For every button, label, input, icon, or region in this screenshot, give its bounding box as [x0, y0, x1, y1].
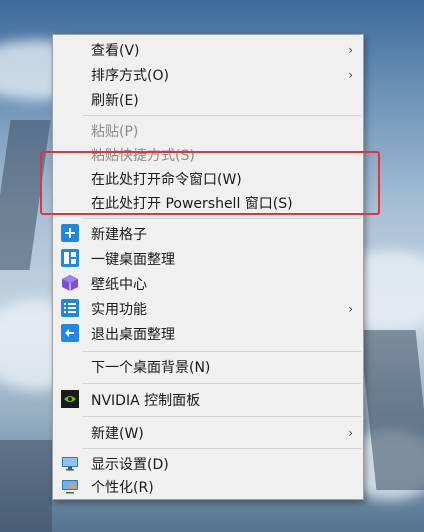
menu-item-paste: 粘贴(P) — [53, 118, 363, 143]
desktop-context-menu: 查看(V) › 排序方式(O) › 刷新(E) 粘贴(P) 粘贴快捷方式(S) … — [52, 34, 364, 500]
menu-item-open-powershell-label: 在此处打开 Powershell 窗口(S) — [91, 195, 293, 212]
menu-item-paste-shortcut: 粘贴快捷方式(S) — [53, 142, 363, 167]
menu-item-wallpaper-center-label: 壁纸中心 — [91, 276, 147, 293]
menu-item-paste-shortcut-label: 粘贴快捷方式(S) — [91, 147, 195, 164]
menu-item-one-click-organize-label: 一键桌面整理 — [91, 251, 175, 268]
menu-separator — [83, 115, 361, 116]
chevron-right-icon: › — [348, 67, 353, 82]
list-icon — [61, 299, 79, 317]
nvidia-icon — [61, 390, 79, 408]
display-icon — [61, 454, 79, 472]
menu-item-nvidia-panel[interactable]: NVIDIA 控制面板 — [53, 387, 363, 412]
menu-item-next-background[interactable]: 下一个桌面背景(N) — [53, 354, 363, 379]
menu-item-new-grid-label: 新建格子 — [91, 226, 147, 243]
menu-item-one-click-organize[interactable]: 一键桌面整理 — [53, 246, 363, 271]
menu-item-view[interactable]: 查看(V) › — [53, 37, 363, 62]
menu-item-paste-label: 粘贴(P) — [91, 123, 139, 140]
menu-item-sort-label: 排序方式(O) — [91, 67, 169, 84]
menu-item-open-powershell[interactable]: 在此处打开 Powershell 窗口(S) — [53, 190, 363, 215]
menu-separator — [83, 383, 361, 384]
menu-item-personalize[interactable]: 个性化(R) — [53, 474, 363, 499]
cube-icon — [61, 274, 79, 292]
menu-item-refresh-label: 刷新(E) — [91, 92, 139, 109]
menu-item-exit-organize-label: 退出桌面整理 — [91, 326, 175, 343]
menu-item-sort[interactable]: 排序方式(O) › — [53, 62, 363, 87]
exit-icon — [61, 324, 79, 342]
menu-item-view-label: 查看(V) — [91, 42, 140, 59]
plus-icon — [61, 224, 79, 242]
menu-item-new[interactable]: 新建(W) › — [53, 420, 363, 445]
menu-item-utilities-label: 实用功能 — [91, 301, 147, 318]
chevron-right-icon: › — [348, 42, 353, 57]
layout-icon — [61, 249, 79, 267]
menu-separator — [83, 351, 361, 352]
menu-item-nvidia-panel-label: NVIDIA 控制面板 — [91, 392, 201, 409]
menu-item-open-cmd[interactable]: 在此处打开命令窗口(W) — [53, 166, 363, 191]
chevron-right-icon: › — [348, 425, 353, 440]
menu-item-utilities[interactable]: 实用功能 › — [53, 296, 363, 321]
menu-item-new-label: 新建(W) — [91, 425, 144, 442]
menu-separator — [83, 218, 361, 219]
menu-item-refresh[interactable]: 刷新(E) — [53, 87, 363, 112]
menu-separator — [83, 416, 361, 417]
menu-item-open-cmd-label: 在此处打开命令窗口(W) — [91, 171, 242, 188]
menu-item-next-background-label: 下一个桌面背景(N) — [91, 359, 211, 376]
menu-item-exit-organize[interactable]: 退出桌面整理 — [53, 321, 363, 346]
chevron-right-icon: › — [348, 301, 353, 316]
menu-item-display-settings-label: 显示设置(D) — [91, 456, 169, 473]
menu-item-wallpaper-center[interactable]: 壁纸中心 — [53, 271, 363, 296]
menu-item-new-grid[interactable]: 新建格子 — [53, 221, 363, 246]
menu-item-personalize-label: 个性化(R) — [91, 479, 154, 496]
menu-separator — [83, 448, 361, 449]
personalize-icon — [61, 477, 79, 495]
menu-item-display-settings[interactable]: 显示设置(D) — [53, 451, 363, 476]
